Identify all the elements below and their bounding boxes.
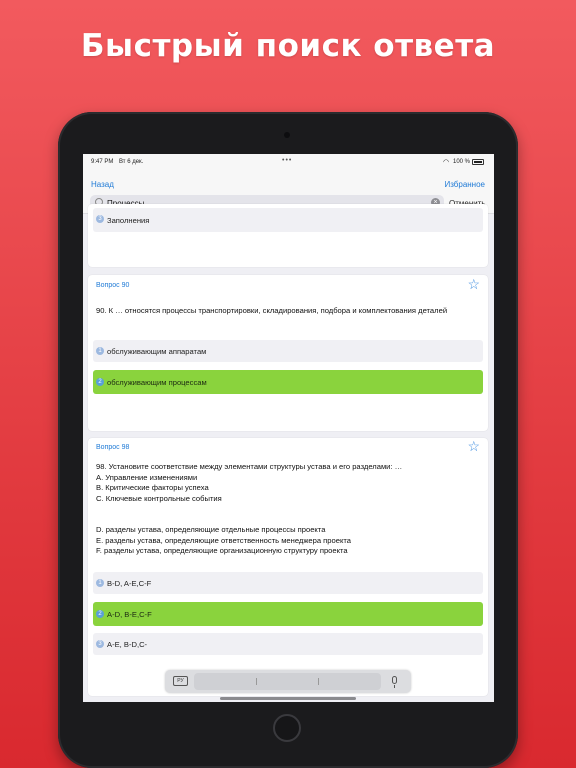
question-line (96, 504, 476, 515)
status-time: 9:47 PM (91, 159, 114, 165)
wifi-icon: ◠ (443, 159, 450, 166)
mic-icon[interactable] (392, 676, 397, 688)
question-line: D. разделы устава, определяющие отдельны… (96, 525, 326, 534)
answer-option-correct[interactable]: 2 A-D, B-E,C-F (93, 602, 483, 626)
question-line: C. Ключевые контрольные события (96, 493, 222, 503)
app-screen: 9:47 PM Вт 6 дек. ••• ◠ 100 % Назад Избр… (83, 154, 494, 702)
star-outline-icon[interactable]: ☆ (467, 439, 480, 453)
prediction-divider (256, 678, 257, 685)
answer-text: Заполнения (107, 216, 150, 225)
question-card: Вопрос 98 ☆ 98. Установите соответствие … (88, 438, 488, 696)
answer-option-correct[interactable]: 2 обслуживающим процессам (93, 370, 483, 394)
answer-option[interactable]: 1 обслуживающим аппаратам (93, 340, 483, 362)
answer-text: B-D, A-E,C-F (107, 579, 152, 588)
answer-number: 1 (96, 579, 104, 587)
back-button[interactable]: Назад (91, 180, 114, 189)
star-outline-icon[interactable]: ☆ (467, 277, 480, 291)
status-date: Вт 6 дек. (119, 159, 144, 165)
battery-icon (472, 159, 484, 165)
answer-number: 2 (96, 610, 104, 618)
language-key[interactable]: РУ (173, 676, 188, 686)
question-text: 90. К … относятся процессы транспортиров… (96, 306, 448, 315)
battery-percent: 100 % (453, 159, 471, 165)
headline: Быстрый поиск ответа (80, 28, 496, 64)
answer-number: 1 (96, 347, 104, 355)
answer-option[interactable]: 3 Заполнения (93, 208, 483, 232)
question-text: 98. Установите соответствие между элемен… (96, 462, 476, 557)
multitask-dots[interactable]: ••• (282, 157, 292, 164)
answer-option[interactable]: 3 A-E, B-D,C- (93, 633, 483, 655)
prediction-bar[interactable] (194, 673, 381, 690)
answer-text: A-D, B-E,C-F (107, 610, 152, 619)
answer-option[interactable]: 1 B-D, A-E,C-F (93, 572, 483, 594)
status-bar: 9:47 PM Вт 6 дек. ••• ◠ 100 % (83, 154, 494, 170)
answer-text: A-E, B-D,C- (107, 640, 148, 649)
home-button[interactable] (273, 714, 301, 742)
camera (284, 132, 290, 138)
question-card: 3 Заполнения (88, 204, 488, 267)
question-line: A. Управление изменениями (96, 472, 198, 482)
question-line: 98. Установите соответствие между элемен… (96, 462, 403, 471)
answer-text: обслуживающим аппаратам (107, 347, 207, 356)
home-indicator (220, 697, 356, 700)
answer-number: 3 (96, 215, 104, 223)
question-label: Вопрос 98 (96, 444, 130, 451)
question-line: E. разделы устава, определяющие ответств… (96, 535, 351, 545)
question-line: F. разделы устава, определяющие организа… (96, 546, 348, 555)
question-label: Вопрос 90 (96, 282, 130, 289)
answer-number: 2 (96, 378, 104, 386)
favorites-button[interactable]: Избранное (444, 180, 485, 189)
question-card: Вопрос 90 ☆ 90. К … относятся процессы т… (88, 275, 488, 431)
question-line: B. Критические факторы успеха (96, 483, 209, 492)
nav-bar: Назад Избранное (83, 170, 494, 196)
prediction-divider (318, 678, 319, 685)
keyboard-shortcut-bar: РУ (165, 670, 411, 693)
question-line (96, 515, 476, 526)
answer-number: 3 (96, 640, 104, 648)
answer-text: обслуживающим процессам (107, 378, 207, 387)
